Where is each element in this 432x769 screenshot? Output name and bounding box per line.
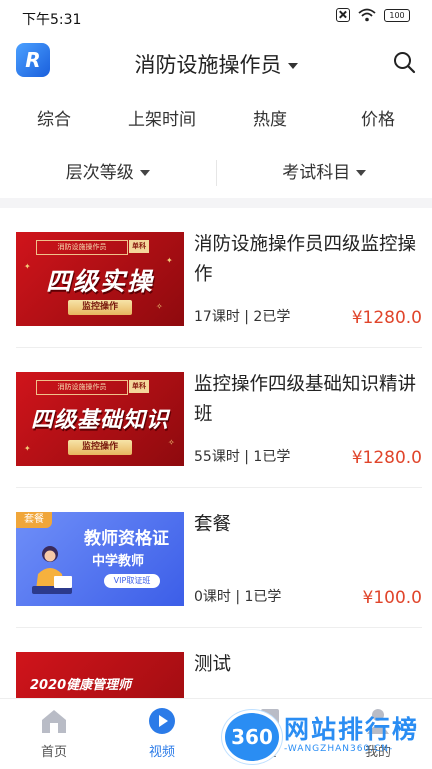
banner-tag: 单科 (129, 240, 149, 253)
banner-subtitle: 消防设施操作员 (36, 240, 128, 255)
sparkle-icon: ✦ (24, 444, 31, 453)
tab-video[interactable]: 视频 (108, 699, 216, 769)
chevron-down-icon (288, 63, 298, 69)
banner-subtitle: 消防设施操作员 (36, 380, 128, 395)
banner-subtitle: 中学教师 (92, 550, 144, 569)
page-title: 消防设施操作员 (135, 53, 282, 77)
course-thumbnail: 消防设施操作员 单科 四级基础知识 监控操作 ✦ ✧ (16, 372, 184, 466)
banner-title: 四级实操 (16, 262, 184, 298)
section-divider (0, 198, 432, 208)
filter-subject-label: 考试科目 (282, 163, 350, 183)
category-selector[interactable]: 消防设施操作员 (0, 49, 432, 79)
filter-level-label: 层次等级 (66, 163, 134, 183)
chevron-down-icon (356, 170, 366, 176)
sort-tab-price[interactable]: 价格 (324, 100, 432, 140)
banner-tag: 单科 (129, 380, 149, 393)
course-item[interactable]: 消防设施操作员 单科 四级基础知识 监控操作 ✦ ✧ 监控操作四级基础知识精讲班… (16, 348, 422, 488)
status-time: 下午5:31 (22, 9, 81, 29)
watermark-text: 网站排行榜 (284, 710, 419, 746)
sparkle-icon: ✧ (156, 302, 163, 311)
banner-button: 监控操作 (68, 440, 132, 455)
banner-title: 教师资格证 (84, 524, 169, 549)
watermark: 360 网站排行榜 -WANGZHAN360.CN- (222, 706, 432, 768)
course-list: 消防设施操作员 单科 四级实操 监控操作 ✦ ✦ ✧ 消防设施操作员四级监控操作… (0, 208, 432, 698)
home-icon (39, 707, 69, 735)
app-header: R 消防设施操作员 (0, 34, 432, 92)
course-banner: 套餐 教师资格证 中学教师 VIP取证班 (16, 512, 184, 606)
video-play-icon (147, 707, 177, 735)
tab-home-label: 首页 (0, 741, 108, 760)
battery-icon: 100 (384, 9, 410, 22)
sparkle-icon: ✦ (166, 256, 173, 265)
banner-title: 2020健康管理师 (30, 674, 131, 693)
tab-home[interactable]: 首页 (0, 699, 108, 769)
sparkle-icon: ✦ (24, 262, 31, 271)
course-price: ¥100.0 (363, 588, 422, 608)
course-thumbnail: 2020健康管理师 (16, 652, 184, 698)
chevron-down-icon (140, 170, 150, 176)
course-title: 套餐 (194, 510, 422, 540)
banner-tag: 套餐 (16, 512, 52, 528)
course-banner: 2020健康管理师 (16, 652, 184, 698)
course-price: ¥1280.0 (352, 308, 422, 328)
course-info: 测试 (194, 650, 422, 698)
course-item[interactable]: 套餐 教师资格证 中学教师 VIP取证班 套餐 0课时 | 1已学 ¥100.0 (16, 488, 422, 628)
banner-button: 监控操作 (68, 300, 132, 315)
course-title: 测试 (194, 650, 422, 680)
course-price: ¥1280.0 (352, 448, 422, 468)
sort-tabs: 综合 上架时间 热度 价格 (0, 100, 432, 140)
tab-video-label: 视频 (108, 741, 216, 760)
course-meta: 17课时 | 2已学 (194, 306, 290, 326)
teacher-illustration (24, 540, 79, 606)
banner-button: VIP取证班 (104, 574, 160, 588)
sort-tab-listing-time[interactable]: 上架时间 (108, 100, 216, 140)
watermark-badge: 360 (222, 710, 282, 764)
sparkle-icon: ✧ (168, 438, 175, 447)
course-info: 监控操作四级基础知识精讲班 55课时 | 1已学 ¥1280.0 (194, 370, 422, 466)
course-thumbnail: 消防设施操作员 单科 四级实操 监控操作 ✦ ✦ ✧ (16, 232, 184, 326)
sim-off-icon (336, 8, 350, 22)
course-title: 监控操作四级基础知识精讲班 (194, 370, 422, 430)
filter-subject-dropdown[interactable]: 考试科目 (217, 152, 432, 194)
banner-title: 四级基础知识 (16, 402, 184, 434)
course-banner: 消防设施操作员 单科 四级实操 监控操作 ✦ ✦ ✧ (16, 232, 184, 326)
filter-level-dropdown[interactable]: 层次等级 (0, 152, 216, 194)
course-banner: 消防设施操作员 单科 四级基础知识 监控操作 ✦ ✧ (16, 372, 184, 466)
status-icons: 100 (336, 8, 410, 22)
course-title: 消防设施操作员四级监控操作 (194, 230, 422, 290)
course-info: 消防设施操作员四级监控操作 17课时 | 2已学 ¥1280.0 (194, 230, 422, 326)
search-icon[interactable] (392, 50, 416, 74)
wifi-icon (358, 8, 376, 22)
status-bar: 下午5:31 100 (0, 0, 432, 34)
course-item[interactable]: 2020健康管理师 测试 (16, 628, 422, 698)
course-item[interactable]: 消防设施操作员 单科 四级实操 监控操作 ✦ ✦ ✧ 消防设施操作员四级监控操作… (16, 208, 422, 348)
course-thumbnail: 套餐 教师资格证 中学教师 VIP取证班 (16, 512, 184, 606)
sort-tab-popularity[interactable]: 热度 (216, 100, 324, 140)
watermark-subtext: -WANGZHAN360.CN- (284, 744, 393, 754)
course-meta: 55课时 | 1已学 (194, 446, 290, 466)
sort-tab-comprehensive[interactable]: 综合 (0, 100, 108, 140)
filter-bar: 层次等级 考试科目 (0, 152, 432, 194)
course-meta: 0课时 | 1已学 (194, 586, 281, 606)
course-info: 套餐 0课时 | 1已学 ¥100.0 (194, 510, 422, 606)
